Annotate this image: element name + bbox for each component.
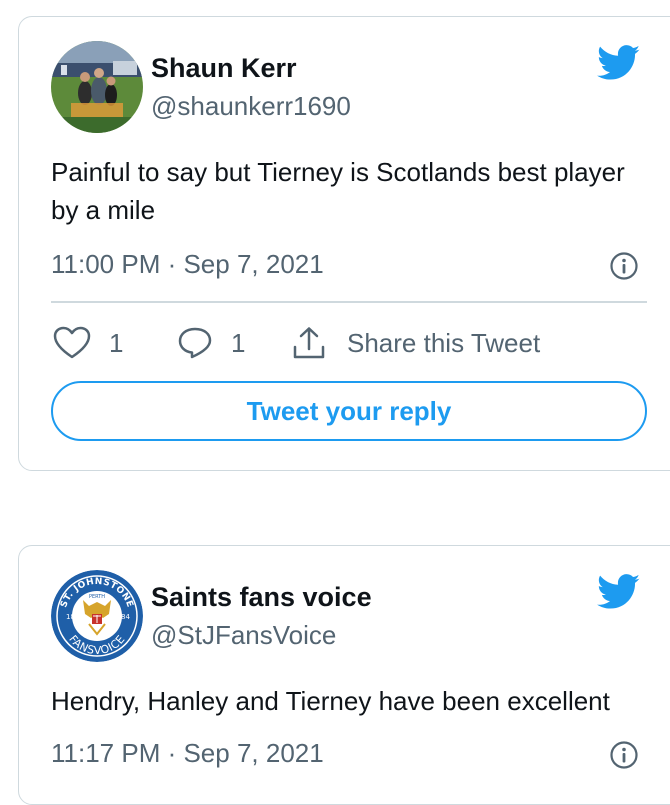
twitter-bird-icon[interactable]	[597, 574, 641, 610]
share-button[interactable]: Share this Tweet	[291, 323, 540, 363]
svg-text:PERTH: PERTH	[89, 594, 105, 600]
tweet-timestamp[interactable]: 11:17 PM · Sep 7, 2021	[51, 738, 324, 769]
svg-text:84: 84	[121, 613, 130, 621]
heart-icon	[53, 326, 91, 359]
avatar[interactable]	[51, 41, 143, 133]
reply-bubble-icon	[178, 327, 212, 359]
reply-count: 1	[231, 327, 246, 358]
tweet-timestamp[interactable]: 11:00 PM · Sep 7, 2021	[51, 249, 324, 280]
tweet-text: Hendry, Hanley and Tierney have been exc…	[51, 686, 610, 716]
tweet-your-reply-button[interactable]: Tweet your reply	[51, 381, 647, 441]
tweet-actions: 1 1 Share this Tweet	[51, 323, 651, 363]
twitter-bird-icon[interactable]	[597, 45, 641, 81]
author-handle[interactable]: @shaunkerr1690	[151, 91, 351, 122]
share-icon	[293, 327, 325, 359]
info-icon[interactable]	[609, 251, 639, 281]
tweet-card[interactable]: ST. JOHNSTONE FANSVOICE 18 84 PERTH Sain…	[18, 545, 670, 805]
like-button[interactable]: 1	[53, 323, 123, 363]
divider	[51, 301, 647, 303]
author-handle[interactable]: @StJFansVoice	[151, 620, 336, 651]
tweet-card[interactable]: Shaun Kerr @shaunkerr1690 Painful to say…	[18, 16, 670, 471]
share-label: Share this Tweet	[347, 327, 541, 358]
reply-button[interactable]: 1	[177, 323, 245, 363]
avatar-photo	[51, 41, 143, 133]
avatar[interactable]: ST. JOHNSTONE FANSVOICE 18 84 PERTH	[51, 570, 143, 662]
author-name[interactable]: Shaun Kerr	[151, 53, 297, 84]
like-count: 1	[109, 327, 124, 358]
author-name[interactable]: Saints fans voice	[151, 582, 372, 613]
crest-logo: ST. JOHNSTONE FANSVOICE 18 84 PERTH	[51, 570, 143, 662]
info-icon[interactable]	[609, 740, 639, 770]
tweet-text: Painful to say but Tierney is Scotlands …	[51, 157, 625, 225]
svg-text:18: 18	[66, 613, 75, 621]
